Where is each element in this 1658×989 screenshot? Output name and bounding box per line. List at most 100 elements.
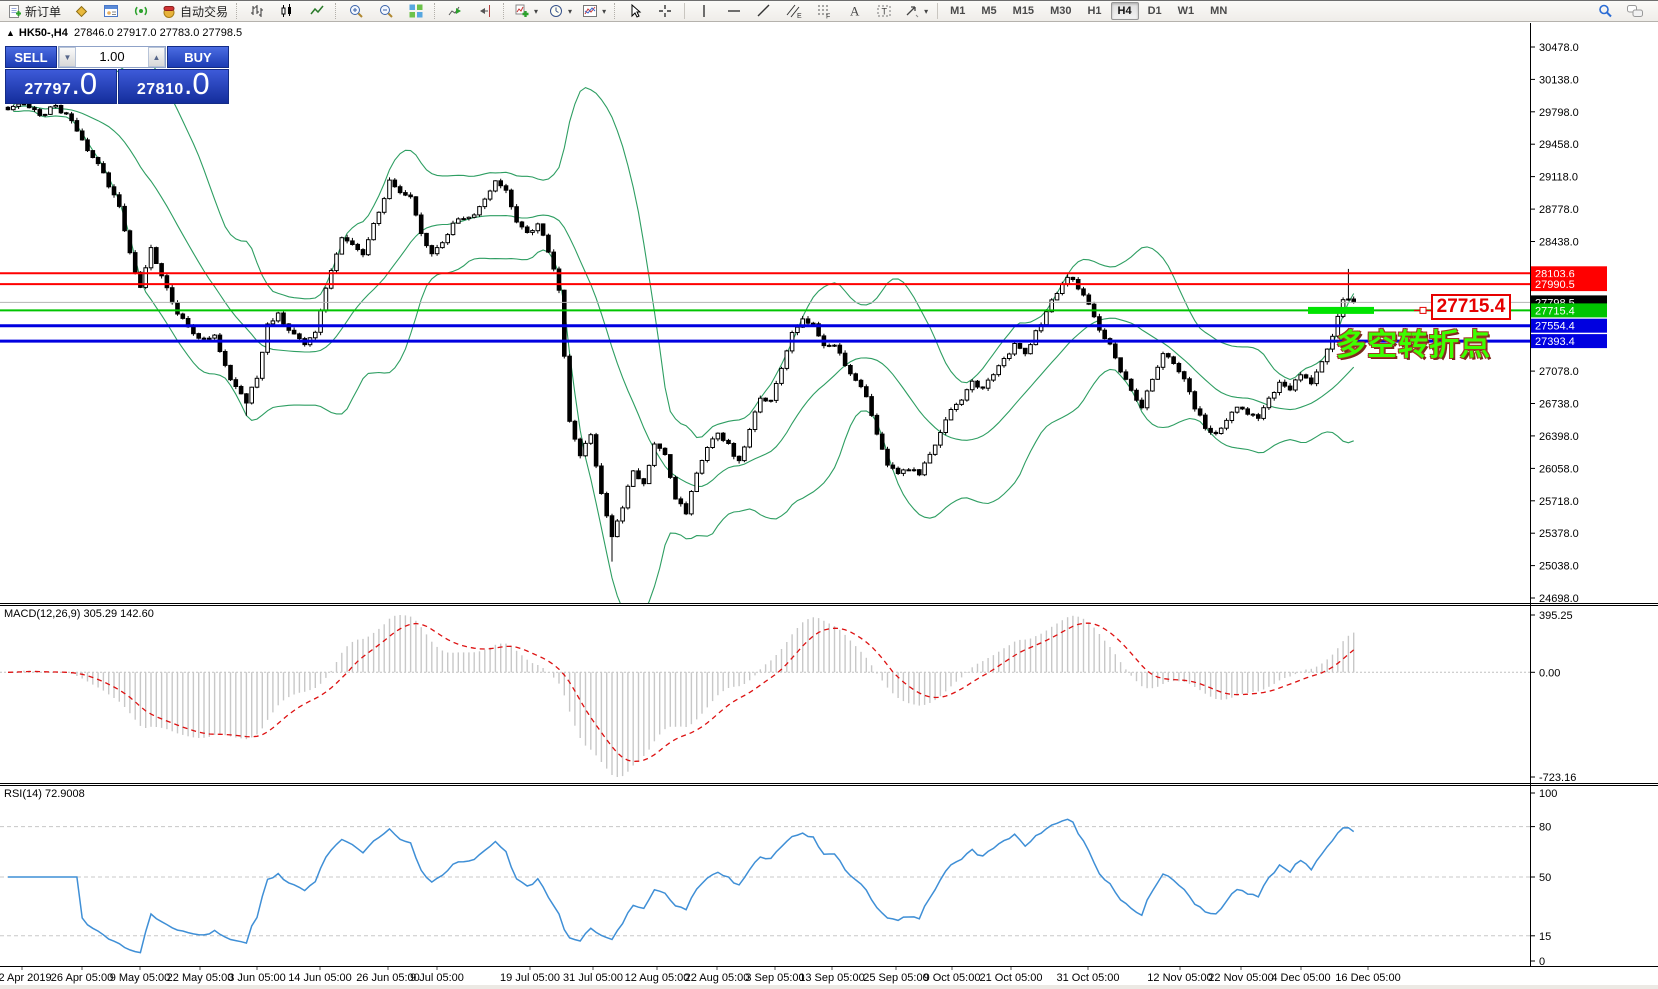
market-watch-button[interactable] [67, 1, 95, 21]
price-tick-label: 27078.0 [1539, 366, 1579, 378]
toolbar: 新订单 自动交易 ▾ ▾ ▾ E F A T ▾ [0, 0, 1658, 22]
date-label: 21 Oct 05:00 [980, 972, 1043, 984]
volume-increase-button[interactable]: ▲ [148, 47, 165, 67]
svg-text:50: 50 [1539, 872, 1551, 884]
timeframe-button-d1[interactable]: D1 [1141, 2, 1169, 20]
navigator-button[interactable] [127, 1, 155, 21]
line-chart-icon [309, 3, 325, 19]
green-marker-bar[interactable] [1308, 307, 1374, 314]
arrows-tool[interactable]: ▾ [900, 1, 932, 21]
date-label: 12 Nov 05:00 [1147, 972, 1212, 984]
svg-text:27715.4: 27715.4 [1535, 305, 1575, 317]
date-label: 16 Dec 05:00 [1335, 972, 1400, 984]
equidistant-channel-tool[interactable]: E [780, 1, 808, 21]
text-label-tool[interactable]: T [870, 1, 898, 21]
auto-scroll-button[interactable] [441, 1, 469, 21]
toolbar-separator [614, 3, 617, 19]
zoom-out-button[interactable] [372, 1, 400, 21]
toolbar-separator [684, 3, 685, 19]
toolbar-separator [434, 3, 437, 19]
horizontal-line-tool[interactable] [720, 1, 748, 21]
timeframe-button-w1[interactable]: W1 [1171, 2, 1202, 20]
new-order-label: 新订单 [25, 3, 61, 20]
price-tick-label: 29798.0 [1539, 107, 1579, 119]
price-tick-label: 30478.0 [1539, 42, 1579, 54]
timeframe-button-h4[interactable]: H4 [1111, 2, 1139, 20]
indicators-button[interactable]: ▾ [510, 1, 542, 21]
date-label: 26 Apr 05:00 [51, 972, 113, 984]
price-tick-label: 26398.0 [1539, 431, 1579, 443]
channel-icon: E [786, 3, 802, 19]
price-tick-label: 29458.0 [1539, 139, 1579, 151]
fibonacci-tool[interactable]: F [810, 1, 838, 21]
macd-indicator-label: MACD(12,26,9) 305.29 142.60 [4, 608, 154, 620]
date-label: 13 Sep 05:00 [799, 972, 864, 984]
volume-input[interactable]: 1.00 [76, 47, 148, 67]
buy-price-display[interactable]: 27810.0 [118, 69, 230, 104]
text-tool[interactable]: A [840, 1, 868, 21]
date-label: 19 Jul 05:00 [500, 972, 560, 984]
tile-windows-button[interactable] [402, 1, 430, 21]
svg-text:0.00: 0.00 [1539, 667, 1560, 679]
rsi-name: RSI(14) [4, 788, 42, 800]
symbol-name: HK50-,H4 [19, 27, 68, 39]
zoom-in-icon [348, 3, 364, 19]
template-icon [582, 3, 598, 19]
price-callout-label[interactable]: 27715.4 [1431, 294, 1511, 320]
date-label: 9 Jul 05:00 [410, 972, 464, 984]
sell-price-display[interactable]: 27797.0 [5, 69, 117, 104]
turning-point-annotation[interactable]: 多空转折点 [1336, 320, 1491, 364]
new-order-icon [7, 4, 22, 19]
data-window-button[interactable] [97, 1, 125, 21]
cursor-button[interactable] [621, 1, 649, 21]
price-tick-label: 25378.0 [1539, 528, 1579, 540]
dropdown-caret-icon: ▾ [602, 7, 606, 16]
collapse-panel-icon[interactable]: ▲ [6, 28, 15, 38]
chart-canvas[interactable]: 30478.030138.029798.029458.029118.028778… [0, 0, 1658, 989]
zoom-in-button[interactable] [342, 1, 370, 21]
toolbar-separator [503, 3, 506, 19]
tile-windows-icon [408, 3, 424, 19]
chart-shift-button[interactable] [471, 1, 499, 21]
vertical-line-tool[interactable] [690, 1, 718, 21]
buy-price-frac: .0 [184, 70, 210, 98]
cursor-icon [627, 3, 643, 19]
line-chart-button[interactable] [303, 1, 331, 21]
timeframe-button-mn[interactable]: MN [1203, 2, 1234, 20]
search-button[interactable] [1591, 1, 1619, 21]
sell-button[interactable]: SELL [5, 46, 57, 68]
volume-decrease-button[interactable]: ▼ [59, 47, 76, 67]
dropdown-caret-icon: ▾ [924, 7, 928, 16]
buy-button[interactable]: BUY [167, 46, 229, 68]
date-label: 12 Apr 2019 [0, 972, 52, 984]
mt4-window: 30478.030138.029798.029458.029118.028778… [0, 0, 1658, 989]
trendline-tool[interactable] [750, 1, 778, 21]
svg-text:80: 80 [1539, 822, 1551, 834]
date-label: 12 Aug 05:00 [625, 972, 690, 984]
auto-trading-button[interactable]: 自动交易 [157, 1, 232, 21]
one-click-trading-panel: SELL ▼ 1.00 ▲ BUY 27797.0 27810.0 [5, 46, 229, 104]
candlestick-chart-button[interactable] [273, 1, 301, 21]
crosshair-button[interactable] [651, 1, 679, 21]
chart-shift-icon [477, 3, 493, 19]
price-tick-label: 30138.0 [1539, 74, 1579, 86]
bar-chart-button[interactable] [243, 1, 271, 21]
date-label: 3 Sep 05:00 [745, 972, 804, 984]
timeframe-button-m1[interactable]: M1 [943, 2, 972, 20]
timeframe-button-h1[interactable]: H1 [1080, 2, 1108, 20]
date-label: 4 Dec 05:00 [1271, 972, 1330, 984]
chat-button[interactable] [1621, 1, 1649, 21]
axis-price-tag: 27715.4 [1531, 303, 1607, 317]
svg-text:100: 100 [1539, 788, 1557, 800]
gold-diamond-icon [73, 3, 89, 19]
timeframe-button-m30[interactable]: M30 [1043, 2, 1078, 20]
date-label: 22 Nov 05:00 [1208, 972, 1273, 984]
svg-text:15: 15 [1539, 931, 1551, 943]
timeframe-button-m5[interactable]: M5 [974, 2, 1003, 20]
date-label: 9 May 05:00 [110, 972, 171, 984]
timeframe-button-m15[interactable]: M15 [1006, 2, 1041, 20]
templates-button[interactable]: ▾ [578, 1, 610, 21]
new-order-button[interactable]: 新订单 [3, 1, 65, 21]
signal-icon [133, 3, 149, 19]
periods-button[interactable]: ▾ [544, 1, 576, 21]
